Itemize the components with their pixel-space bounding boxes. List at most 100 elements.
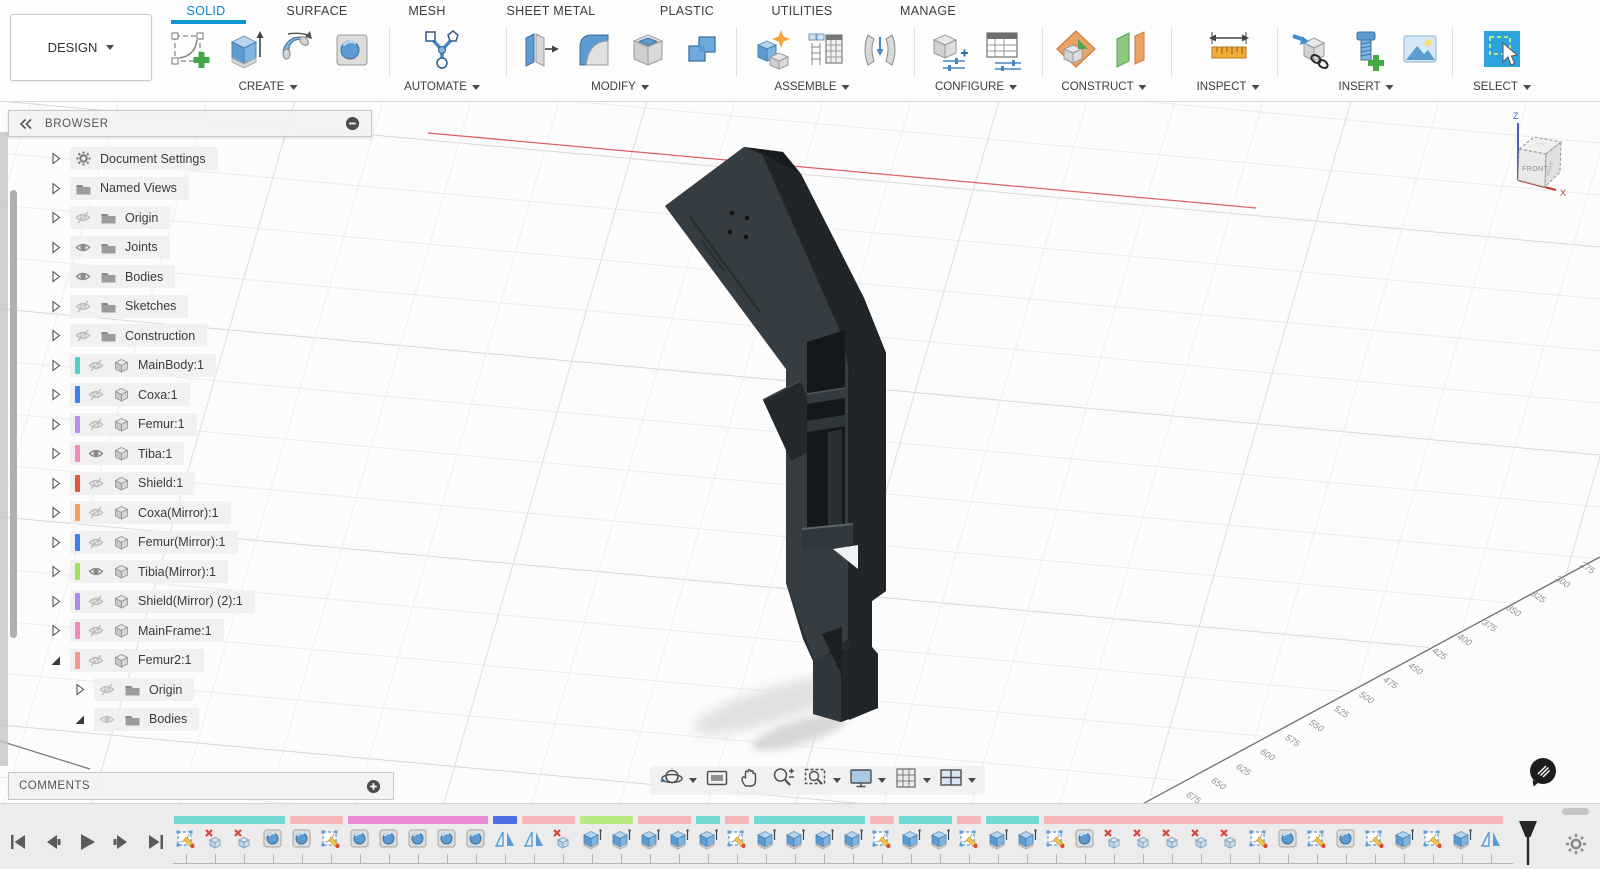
browser-item-coxa-1[interactable]: Coxa:1 xyxy=(8,380,372,410)
expand-arrow-icon[interactable] xyxy=(48,476,63,491)
group-label-configure[interactable]: CONFIGURE xyxy=(935,81,1017,93)
hole-feature-icon[interactable] xyxy=(1074,828,1096,863)
browser-item-mainbody-1[interactable]: MainBody:1 xyxy=(8,351,372,381)
browser-item-femur-1[interactable]: Femur:1 xyxy=(8,410,372,440)
sketch-feature-icon[interactable] xyxy=(1248,828,1270,863)
joint-origin-icon[interactable] xyxy=(856,25,904,73)
browser-item-content[interactable]: Shield(Mirror) (2):1 xyxy=(70,589,255,613)
extrude-feature-icon[interactable] xyxy=(639,828,661,863)
sketch-feature-icon[interactable] xyxy=(726,828,748,863)
select-icon[interactable] xyxy=(1478,25,1526,73)
configuration-table-icon[interactable] xyxy=(979,25,1027,73)
visibility-off-icon[interactable] xyxy=(99,681,116,698)
visibility-off-icon[interactable] xyxy=(88,357,105,374)
display-settings-button[interactable] xyxy=(848,765,886,796)
hole-feature-icon[interactable] xyxy=(349,828,371,863)
browser-item-document-settings[interactable]: Document Settings xyxy=(8,144,372,174)
browser-item-femur-mirror-1[interactable]: Femur(Mirror):1 xyxy=(8,528,372,558)
group-label-create[interactable]: CREATE xyxy=(239,81,298,93)
workspace-switcher-design[interactable]: DESIGN xyxy=(10,14,152,81)
sketch-feature-icon[interactable] xyxy=(1422,828,1444,863)
look-at-button[interactable] xyxy=(704,765,730,796)
browser-item-joints[interactable]: Joints xyxy=(8,233,372,263)
sketch-feature-icon[interactable] xyxy=(320,828,342,863)
browser-item-content[interactable]: Tibia(Mirror):1 xyxy=(70,560,229,584)
expand-arrow-icon[interactable] xyxy=(48,151,63,166)
expand-arrow-open-icon[interactable] xyxy=(48,653,63,668)
expand-arrow-icon[interactable] xyxy=(48,564,63,579)
browser-item-content[interactable]: Shield:1 xyxy=(70,471,196,495)
visibility-off-icon[interactable] xyxy=(88,652,105,669)
hole-feature-icon[interactable] xyxy=(436,828,458,863)
visibility-off-icon[interactable] xyxy=(88,622,105,639)
hole-feature-icon[interactable] xyxy=(465,828,487,863)
mirror-feature-icon[interactable] xyxy=(523,828,545,863)
browser-item-shield-1[interactable]: Shield:1 xyxy=(8,469,372,499)
visibility-off-icon[interactable] xyxy=(75,327,92,344)
timeline-scrollbar-thumb[interactable] xyxy=(1562,808,1589,815)
minimize-panel-icon[interactable] xyxy=(345,115,362,132)
skip-to-end-button[interactable] xyxy=(144,831,166,853)
feedback-bubble-icon[interactable] xyxy=(1528,757,1558,787)
step-forward-button[interactable] xyxy=(110,831,132,853)
visibility-icon[interactable] xyxy=(75,239,92,256)
extrude-feature-icon[interactable] xyxy=(610,828,632,863)
expand-arrow-icon[interactable] xyxy=(48,535,63,550)
sketch-feature-icon[interactable] xyxy=(1306,828,1328,863)
extrude-feature-icon[interactable] xyxy=(987,828,1009,863)
browser-item-content[interactable]: Coxa:1 xyxy=(70,383,190,407)
collapse-panel-icon[interactable] xyxy=(18,115,35,132)
browser-item-content[interactable]: Tiba:1 xyxy=(70,442,185,466)
expand-arrow-icon[interactable] xyxy=(48,269,63,284)
sketch-feature-icon[interactable] xyxy=(1045,828,1067,863)
expand-arrow-icon[interactable] xyxy=(48,417,63,432)
extrude-feature-icon[interactable] xyxy=(668,828,690,863)
create-sketch-icon[interactable] xyxy=(166,25,214,73)
expand-arrow-icon[interactable] xyxy=(48,623,63,638)
construction-plane-icon[interactable] xyxy=(1052,25,1100,73)
fillet-icon[interactable] xyxy=(570,25,618,73)
joint-icon[interactable] xyxy=(802,25,850,73)
browser-item-content[interactable]: Femur(Mirror):1 xyxy=(70,530,238,554)
visibility-icon[interactable] xyxy=(88,445,105,462)
browser-item-content[interactable]: Origin xyxy=(94,678,195,702)
play-button[interactable] xyxy=(76,831,98,853)
offset-plane-icon[interactable] xyxy=(1106,25,1154,73)
grid-display-button[interactable] xyxy=(893,765,931,796)
visibility-off-icon[interactable] xyxy=(88,416,105,433)
extrude-feature-icon[interactable] xyxy=(842,828,864,863)
extrude-icon[interactable] xyxy=(220,25,268,73)
browser-item-content[interactable]: Construction xyxy=(70,324,208,348)
group-label-construct[interactable]: CONSTRUCT xyxy=(1061,81,1147,93)
canvas-icon[interactable] xyxy=(1396,25,1444,73)
hole-feature-icon[interactable] xyxy=(1335,828,1357,863)
expand-arrow-icon[interactable] xyxy=(48,594,63,609)
visibility-off-icon[interactable] xyxy=(88,386,105,403)
browser-item-bodies[interactable]: Bodies xyxy=(8,705,372,735)
expand-arrow-icon[interactable] xyxy=(48,210,63,225)
visibility-icon[interactable] xyxy=(99,711,116,728)
browser-item-sketches[interactable]: Sketches xyxy=(8,292,372,322)
tab-mesh[interactable]: MESH xyxy=(408,4,445,18)
browser-item-content[interactable]: Femur:1 xyxy=(70,412,197,436)
expand-arrow-open-icon[interactable] xyxy=(72,712,87,727)
visibility-off-icon[interactable] xyxy=(75,209,92,226)
zoom-button[interactable] xyxy=(770,765,796,796)
sketch-feature-icon[interactable] xyxy=(175,828,197,863)
sketch-feature-icon[interactable] xyxy=(958,828,980,863)
hole-feature-icon[interactable] xyxy=(262,828,284,863)
visibility-icon[interactable] xyxy=(88,563,105,580)
mirror-feature-icon[interactable] xyxy=(494,828,516,863)
browser-item-mainframe-1[interactable]: MainFrame:1 xyxy=(8,616,372,646)
suppressed-box-feature-icon[interactable] xyxy=(1132,828,1154,863)
visibility-off-icon[interactable] xyxy=(75,298,92,315)
browser-item-named-views[interactable]: Named Views xyxy=(8,174,372,204)
suppressed-box-feature-icon[interactable] xyxy=(552,828,574,863)
expand-arrow-icon[interactable] xyxy=(48,505,63,520)
group-label-insert[interactable]: INSERT xyxy=(1339,81,1394,93)
group-label-select[interactable]: SELECT xyxy=(1473,81,1531,93)
suppressed-box-feature-icon[interactable] xyxy=(233,828,255,863)
comments-panel[interactable]: COMMENTS xyxy=(8,772,394,800)
extrude-feature-icon[interactable] xyxy=(929,828,951,863)
group-label-modify[interactable]: MODIFY xyxy=(591,81,649,93)
